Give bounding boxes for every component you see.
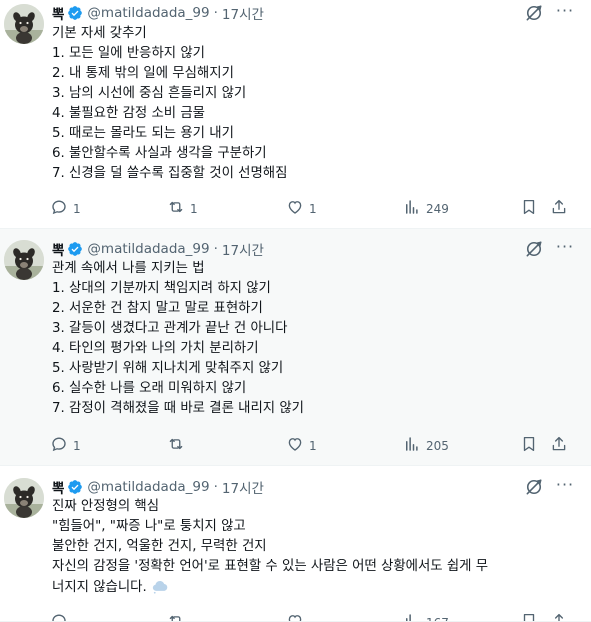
views-chart-icon	[403, 198, 421, 219]
user-handle[interactable]: @matildadada_99	[87, 479, 209, 495]
bookmark-button[interactable]	[520, 198, 538, 219]
bookmark-icon	[520, 435, 538, 456]
views-button[interactable]: 249	[403, 198, 449, 219]
more-options-icon[interactable]: ···	[553, 3, 577, 23]
grok-icon[interactable]	[524, 239, 544, 259]
avatar[interactable]	[4, 4, 44, 44]
grok-icon[interactable]	[524, 3, 544, 23]
verified-badge-icon	[67, 479, 83, 495]
tweet-text-line: 진짜 안정형의 핵심	[52, 499, 160, 514]
tweet-text-line: 7. 감정이 격해졌을 때 바로 결론 내리지 않기	[52, 401, 304, 416]
user-handle[interactable]: @matildadada_99	[87, 241, 209, 257]
bookmark-button[interactable]	[520, 435, 538, 456]
like-count: 1	[309, 438, 317, 453]
tweet-text-line: 4. 불필요한 감정 소비 금물	[52, 106, 205, 121]
tweet-header: 뽁 @matildadada_99 · 17시간	[52, 3, 264, 23]
tweet-text: 관계 속에서 나를 지키는 법 1. 상대의 기분까지 책임지려 하지 않기 2. …	[52, 259, 571, 419]
tweet[interactable]: 뽁 @matildadada_99 · 17시간 ··· 진짜 안정형의 핵심 "힘…	[0, 466, 591, 622]
reply-count: 1	[73, 438, 81, 453]
reply-icon	[50, 198, 68, 219]
timestamp[interactable]: 17시간	[222, 477, 264, 497]
display-name[interactable]: 뽁	[52, 477, 64, 497]
tweet-actions: 1 1 1 249	[50, 198, 575, 218]
tweet[interactable]: 뽁 @matildadada_99 · 17시간 ··· 기본 자세 갖추기 1. …	[0, 0, 591, 229]
repost-icon	[167, 198, 185, 219]
reply-button[interactable]: 1	[50, 435, 81, 456]
more-options-icon[interactable]: ···	[553, 239, 577, 259]
tweet-text-line: 5. 때로는 몰라도 되는 용기 내기	[52, 126, 234, 141]
tweet-text-line: 6. 실수한 나를 오래 미워하지 않기	[52, 381, 247, 396]
separator-dot: ·	[213, 5, 218, 21]
user-handle[interactable]: @matildadada_99	[87, 5, 209, 21]
like-button[interactable]: 1	[286, 198, 317, 219]
tweet-text-line: 5. 사랑받기 위해 지나치게 맞춰주지 않기	[52, 361, 284, 376]
bookmark-icon	[520, 198, 538, 219]
separator-dot: ·	[213, 479, 218, 495]
views-chart-icon	[403, 435, 421, 456]
timestamp[interactable]: 17시간	[222, 239, 264, 259]
tweet-text-line: 4. 타인의 평가와 나의 가치 분리하기	[52, 341, 259, 356]
cloud-emoji-icon	[151, 577, 169, 602]
tweet-text-line: "힘들어", "짜증 나"로 퉁치지 않고	[52, 519, 246, 534]
verified-badge-icon	[67, 5, 83, 21]
tweet-text-line: 너지지 않습니다.	[52, 577, 571, 602]
view-count: 249	[426, 201, 449, 216]
tweet-text-line: 6. 불안할수록 사실과 생각을 구분하기	[52, 146, 267, 161]
heart-icon	[286, 435, 304, 456]
tweet-text: 기본 자세 갖추기 1. 모든 일에 반응하지 않기 2. 내 통제 밖의 일에 무…	[52, 24, 571, 184]
tweet-header: 뽁 @matildadada_99 · 17시간	[52, 239, 264, 259]
tweet-text: 진짜 안정형의 핵심 "힘들어", "짜증 나"로 퉁치지 않고불안한 건지, 억…	[52, 497, 571, 602]
tweet-text-line: 자신의 감정을 '정확한 언어'로 표현할 수 있는 사람은 어떤 상황에서도 …	[52, 559, 489, 574]
separator-dot: ·	[213, 241, 218, 257]
reply-button[interactable]: 1	[50, 198, 81, 219]
share-button[interactable]	[550, 198, 568, 219]
tweet-actions: 1 1 205	[50, 435, 575, 455]
verified-badge-icon	[67, 241, 83, 257]
like-button[interactable]: 1	[286, 435, 317, 456]
heart-icon	[286, 198, 304, 219]
share-icon	[550, 198, 568, 219]
tweet-text-line: 불안한 건지, 억울한 건지, 무력한 건지	[52, 539, 267, 554]
avatar[interactable]	[4, 478, 44, 518]
display-name[interactable]: 뽁	[52, 239, 64, 259]
view-count: 205	[426, 438, 449, 453]
repost-icon	[167, 435, 185, 456]
grok-icon[interactable]	[524, 477, 544, 497]
reply-icon	[50, 435, 68, 456]
tweet-text-line: 1. 모든 일에 반응하지 않기	[52, 46, 205, 61]
tweet[interactable]: 뽁 @matildadada_99 · 17시간 ··· 관계 속에서 나를 지키…	[0, 229, 591, 466]
repost-button[interactable]	[167, 435, 190, 456]
views-button[interactable]: 205	[403, 435, 449, 456]
repost-count: 1	[190, 201, 198, 216]
display-name[interactable]: 뽁	[52, 3, 64, 23]
avatar[interactable]	[4, 240, 44, 280]
tweet-text-line: 1. 상대의 기분까지 책임지려 하지 않기	[52, 281, 271, 296]
tweet-text-line: 2. 서운한 건 참지 말고 말로 표현하기	[52, 301, 263, 316]
tweet-text-line: 2. 내 통제 밖의 일에 무심해지기	[52, 66, 234, 81]
like-count: 1	[309, 201, 317, 216]
tweet-text-line: 7. 신경을 덜 쓸수록 집중할 것이 선명해짐	[52, 166, 288, 181]
reply-count: 1	[73, 201, 81, 216]
more-options-icon[interactable]: ···	[553, 477, 577, 497]
tweet-text-line: 기본 자세 갖추기	[52, 26, 147, 41]
tweet-text-line: 3. 갈등이 생겼다고 관계가 끝난 건 아니다	[52, 321, 288, 336]
tweet-text-line: 3. 남의 시선에 중심 흔들리지 않기	[52, 86, 247, 101]
timestamp[interactable]: 17시간	[222, 3, 264, 23]
share-icon	[550, 435, 568, 456]
tweet-text-line: 관계 속에서 나를 지키는 법	[52, 261, 205, 276]
tweet-header: 뽁 @matildadada_99 · 17시간	[52, 477, 264, 497]
share-button[interactable]	[550, 435, 568, 456]
repost-button[interactable]: 1	[167, 198, 198, 219]
